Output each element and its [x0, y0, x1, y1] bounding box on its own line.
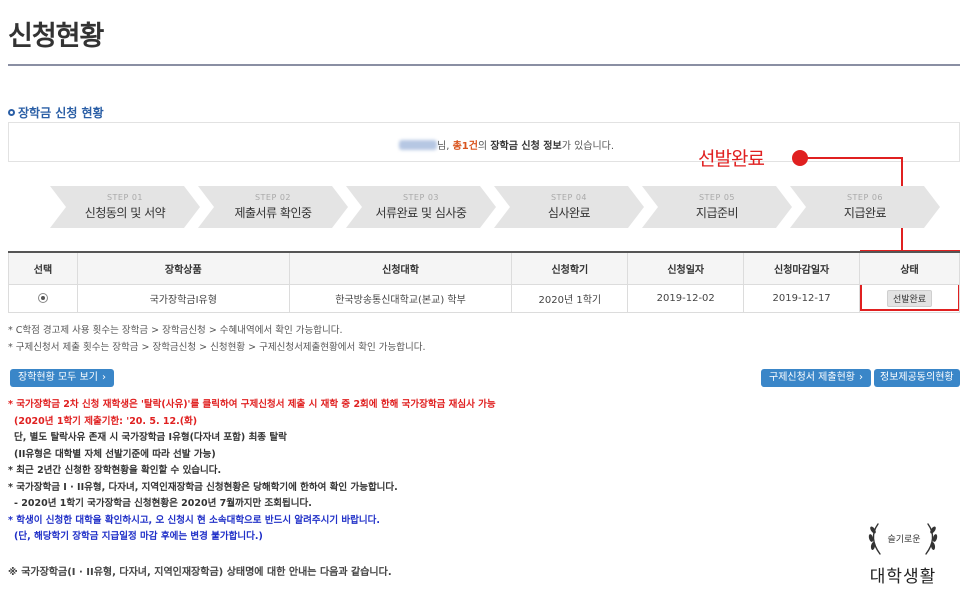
- application-info-message: 님, 총1건의 장학금 신청 정보가 있습니다.: [399, 137, 614, 152]
- section-title-text: 장학금 신청 현황: [18, 106, 104, 120]
- header-apply-date: 신청일자: [627, 251, 745, 285]
- annotation-line-horizontal: [806, 157, 903, 159]
- watermark-big-text: 대학생활: [869, 567, 937, 587]
- relief-status-button[interactable]: 구제신청서 제출현황 ›: [761, 369, 871, 387]
- progress-steps: STEP 01 신청동의 및 서약 STEP 02 제출서류 확인중 STEP 03…: [50, 186, 940, 228]
- cell-product: 국가장학금I유형: [76, 283, 290, 313]
- status-badge[interactable]: 선발완료: [886, 289, 933, 307]
- guide-line: * 최근 2년간 신청한 장학현황을 확인할 수 있습니다.: [8, 465, 222, 476]
- step-label: 서류완료 및 심사중: [375, 206, 467, 220]
- step-06: STEP 06 지급완료: [790, 186, 940, 228]
- guide-line: 단, 별도 탈락사유 존재 시 국가장학금 I유형(다자녀 포함) 최종 탈락: [14, 432, 287, 443]
- header-semester: 신청학기: [511, 251, 629, 285]
- header-select: 선택: [8, 251, 78, 285]
- guide-line: (단, 해당학기 장학금 지급일정 마감 후에는 변경 불가합니다.): [14, 531, 263, 542]
- relief-status-button-label: 구제신청서 제출현황: [769, 372, 855, 383]
- watermark-small-text: 슬기로운: [887, 535, 921, 545]
- title-divider: [8, 64, 960, 66]
- chevron-right-icon: ›: [858, 372, 863, 383]
- cell-select: [8, 283, 78, 313]
- step-label: 지급준비: [695, 206, 739, 220]
- annotation-label: 선발완료: [698, 148, 765, 170]
- info-suffix-nim: 님,: [437, 141, 453, 152]
- view-all-button[interactable]: 장학현황 모두 보기 ›: [10, 369, 114, 387]
- step-label: 신청동의 및 서약: [84, 206, 166, 220]
- header-university: 신청대학: [288, 251, 513, 285]
- info-end: 가 있습니다.: [561, 141, 615, 152]
- step-03: STEP 03 서류완료 및 심사중: [346, 186, 496, 228]
- info-strong: 장학금 신청 정보: [490, 141, 562, 152]
- info-consent-button[interactable]: 정보제공동의현황: [874, 369, 960, 387]
- guide-line: * 국가장학금 I · II유형, 다자녀, 지역인재장학금 신청현황은 당해학…: [8, 481, 398, 493]
- guide-line: - 2020년 1학기 국가장학금 신청현황은 2020년 7월까지만 조회됩니…: [14, 498, 312, 509]
- header-status: 상태: [859, 251, 960, 285]
- blurred-user-name: [399, 140, 437, 150]
- step-number: STEP 02: [254, 193, 292, 202]
- cell-deadline: 2019-12-17: [743, 283, 861, 313]
- cell-status: 선발완료: [859, 283, 960, 313]
- header-deadline: 신청마감일자: [743, 251, 861, 285]
- guide-line: (II유형은 대학별 자체 선발기준에 따라 선발 가능): [14, 448, 216, 460]
- note-line: * C학점 경고제 사용 횟수는 장학금 > 장학금신청 > 수혜내역에서 확인…: [8, 325, 343, 336]
- note-line: * 구제신청서 제출 횟수는 장학금 > 장학금신청 > 신청현황 > 구제신청…: [8, 342, 426, 353]
- header-product: 장학상품: [76, 251, 290, 285]
- notes: * C학점 경고제 사용 횟수는 장학금 > 장학금신청 > 수혜내역에서 확인…: [8, 322, 426, 356]
- cell-university: 한국방송통신대학교(본교) 학부: [288, 283, 513, 313]
- section-title: 장학금 신청 현황: [8, 104, 104, 121]
- guide-text: * 국가장학금 2차 신청 재학생은 '탈락(사유)'를 클릭하여 구제신청서 …: [8, 397, 496, 546]
- status-footnote: ※ 국가장학금(I · II유형, 다자녀, 지역인재장학금) 상태명에 대한 …: [8, 567, 392, 578]
- step-label: 제출서류 확인중: [234, 206, 312, 220]
- table-row: 국가장학금I유형 한국방송통신대학교(본교) 학부 2020년 1학기 2019…: [8, 283, 960, 313]
- step-label: 심사완료: [547, 206, 591, 220]
- guide-line: (2020년 1학기 제출기한: '20. 5. 12.(화): [14, 415, 198, 427]
- step-number: STEP 03: [402, 193, 440, 202]
- step-number: STEP 04: [550, 193, 588, 202]
- chevron-right-icon: ›: [101, 372, 106, 383]
- application-count: 총1건: [452, 141, 478, 152]
- cell-apply-date: 2019-12-02: [627, 283, 745, 313]
- step-02: STEP 02 제출서류 확인중: [198, 186, 348, 228]
- step-05: STEP 05 지급준비: [642, 186, 792, 228]
- step-number: STEP 01: [106, 193, 144, 202]
- guide-line: * 국가장학금 2차 신청 재학생은 '탈락(사유)'를 클릭하여 구제신청서 …: [8, 399, 496, 410]
- watermark-logo: 슬기로운 대학생활: [858, 518, 948, 590]
- step-number: STEP 05: [698, 193, 736, 202]
- step-number: STEP 06: [846, 193, 884, 202]
- application-table: 선택 장학상품 신청대학 신청학기 신청일자 신청마감일자 상태 국가장학금I유…: [8, 251, 960, 313]
- step-01: STEP 01 신청동의 및 서약: [50, 186, 200, 228]
- view-all-button-label: 장학현황 모두 보기: [18, 372, 98, 383]
- page-title: 신청현황: [8, 21, 104, 52]
- application-info-box: 님, 총1건의 장학금 신청 정보가 있습니다.: [8, 122, 960, 162]
- guide-line: * 학생이 신청한 대학을 확인하시고, 오 신청시 현 소속대학으로 반드시 …: [8, 514, 380, 526]
- info-consent-button-label: 정보제공동의현황: [880, 372, 954, 383]
- circle-bullet-icon: [8, 109, 15, 116]
- cell-semester: 2020년 1학기: [511, 283, 629, 313]
- table-header-row: 선택 장학상품 신청대학 신청학기 신청일자 신청마감일자 상태: [8, 251, 960, 285]
- info-mid: 의: [477, 141, 491, 152]
- step-label: 지급완료: [843, 206, 887, 220]
- step-04: STEP 04 심사완료: [494, 186, 644, 228]
- row-select-radio[interactable]: [37, 292, 48, 303]
